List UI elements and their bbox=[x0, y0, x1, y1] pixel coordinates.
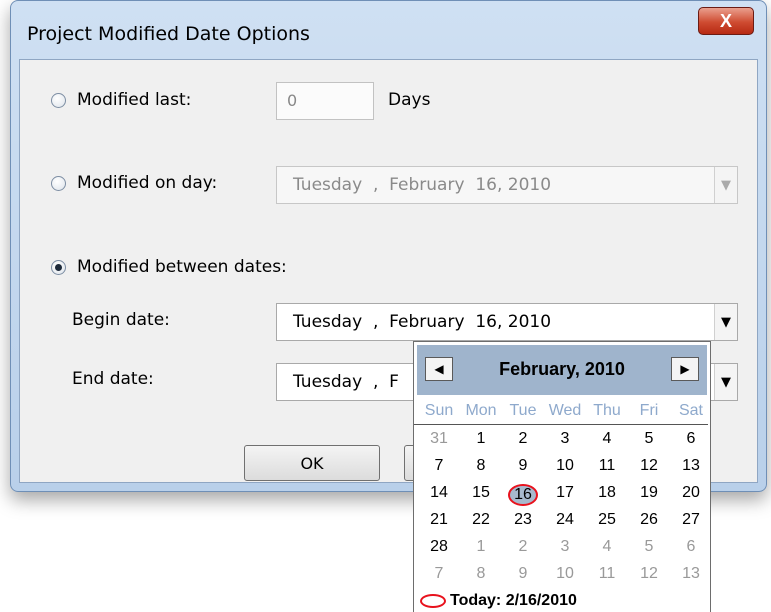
calendar-popup: ◀ February, 2010 ▶ Sun Mon Tue Wed Thu F… bbox=[413, 341, 711, 612]
modified-last-radio[interactable] bbox=[51, 93, 66, 108]
today-link[interactable]: Today: 2/16/2010 bbox=[420, 592, 577, 610]
close-icon: X bbox=[719, 10, 732, 31]
weekday-label: Wed bbox=[548, 402, 582, 419]
calendar-day[interactable]: 24 bbox=[544, 511, 586, 529]
calendar-day[interactable]: 7 bbox=[418, 565, 460, 583]
weekday-label: Mon bbox=[465, 402, 497, 419]
calendar-day[interactable]: 6 bbox=[670, 430, 712, 448]
calendar-day[interactable]: 5 bbox=[628, 538, 670, 556]
modified-between-label: Modified between dates: bbox=[77, 257, 287, 277]
end-date-label: End date: bbox=[72, 369, 154, 389]
calendar-day[interactable]: 3 bbox=[544, 430, 586, 448]
weekday-label: Fri bbox=[639, 402, 659, 419]
calendar-day[interactable]: 23 bbox=[502, 511, 544, 529]
calendar-day[interactable]: 10 bbox=[544, 565, 586, 583]
window-title: Project Modified Date Options bbox=[27, 23, 310, 45]
chevron-down-icon[interactable]: ▼ bbox=[714, 364, 737, 400]
calendar-day[interactable]: 6 bbox=[670, 538, 712, 556]
calendar-day[interactable]: 25 bbox=[586, 511, 628, 529]
calendar-day[interactable]: 5 bbox=[628, 430, 670, 448]
title-bar: Project Modified Date Options X bbox=[11, 1, 766, 61]
modified-last-label: Modified last: bbox=[77, 90, 192, 110]
calendar-day[interactable]: 2 bbox=[502, 538, 544, 556]
calendar-day[interactable]: 31 bbox=[418, 430, 460, 448]
calendar-day[interactable]: 8 bbox=[460, 457, 502, 475]
modified-between-radio[interactable] bbox=[51, 260, 66, 275]
end-date-value: Tuesday , F bbox=[293, 372, 399, 392]
calendar-day[interactable]: 27 bbox=[670, 511, 712, 529]
calendar-day[interactable]: 4 bbox=[586, 538, 628, 556]
calendar-day[interactable]: 15 bbox=[460, 484, 502, 502]
calendar-day[interactable]: 10 bbox=[544, 457, 586, 475]
next-month-button[interactable]: ▶ bbox=[671, 357, 699, 381]
selected-day-marker: 16 bbox=[508, 484, 538, 506]
chevron-down-icon[interactable]: ▼ bbox=[714, 167, 737, 203]
calendar-day[interactable]: 1 bbox=[460, 538, 502, 556]
days-unit-label: Days bbox=[388, 90, 431, 110]
calendar-day[interactable]: 2 bbox=[502, 430, 544, 448]
calendar-day[interactable]: 12 bbox=[628, 457, 670, 475]
weekday-label: Sat bbox=[678, 402, 703, 419]
calendar-day[interactable]: 11 bbox=[586, 565, 628, 583]
calendar-header: ◀ February, 2010 ▶ bbox=[417, 345, 707, 395]
begin-date-label: Begin date: bbox=[72, 310, 170, 330]
calendar-day[interactable]: 11 bbox=[586, 457, 628, 475]
calendar-day[interactable]: 18 bbox=[586, 484, 628, 502]
calendar-day[interactable]: 7 bbox=[418, 457, 460, 475]
modified-on-day-label: Modified on day: bbox=[77, 173, 218, 193]
today-label: Today: 2/16/2010 bbox=[450, 592, 577, 609]
arrow-left-icon: ◀ bbox=[434, 362, 444, 376]
close-button[interactable]: X bbox=[698, 7, 754, 35]
calendar-day[interactable]: 20 bbox=[670, 484, 712, 502]
modified-on-day-value: Tuesday , February 16, 2010 bbox=[293, 175, 552, 195]
begin-date-value: Tuesday , February 16, 2010 bbox=[293, 312, 552, 332]
weekday-header: Sun Mon Tue Wed Thu Fri Sat bbox=[414, 402, 708, 425]
weekday-label: Thu bbox=[593, 402, 621, 419]
previous-month-button[interactable]: ◀ bbox=[425, 357, 453, 381]
calendar-day[interactable]: 3 bbox=[544, 538, 586, 556]
calendar-month-title: February, 2010 bbox=[499, 359, 625, 379]
calendar-day[interactable]: 12 bbox=[628, 565, 670, 583]
ok-button[interactable]: OK bbox=[244, 445, 380, 481]
modified-on-day-picker[interactable]: Tuesday , February 16, 2010 ▼ bbox=[276, 166, 738, 204]
weekday-label: Tue bbox=[509, 402, 537, 419]
calendar-day[interactable]: 9 bbox=[502, 565, 544, 583]
calendar-day[interactable]: 19 bbox=[628, 484, 670, 502]
calendar-day[interactable]: 1 bbox=[460, 430, 502, 448]
calendar-day[interactable]: 4 bbox=[586, 430, 628, 448]
calendar-day[interactable]: 13 bbox=[670, 565, 712, 583]
weekday-label: Sun bbox=[424, 402, 454, 419]
arrow-right-icon: ▶ bbox=[680, 362, 690, 376]
calendar-day[interactable]: 17 bbox=[544, 484, 586, 502]
calendar-day-today[interactable]: 16 bbox=[502, 484, 544, 506]
calendar-day[interactable]: 8 bbox=[460, 565, 502, 583]
chevron-down-icon[interactable]: ▼ bbox=[714, 304, 737, 340]
calendar-day[interactable]: 22 bbox=[460, 511, 502, 529]
modified-on-day-radio[interactable] bbox=[51, 176, 66, 191]
begin-date-picker[interactable]: Tuesday , February 16, 2010 ▼ bbox=[276, 303, 738, 341]
calendar-day[interactable]: 14 bbox=[418, 484, 460, 502]
calendar-day[interactable]: 13 bbox=[670, 457, 712, 475]
calendar-day[interactable]: 28 bbox=[418, 538, 460, 556]
calendar-day[interactable]: 9 bbox=[502, 457, 544, 475]
calendar-day[interactable]: 21 bbox=[418, 511, 460, 529]
calendar-day[interactable]: 26 bbox=[628, 511, 670, 529]
today-circle-icon bbox=[420, 594, 446, 608]
days-input[interactable]: 0 bbox=[276, 82, 374, 120]
